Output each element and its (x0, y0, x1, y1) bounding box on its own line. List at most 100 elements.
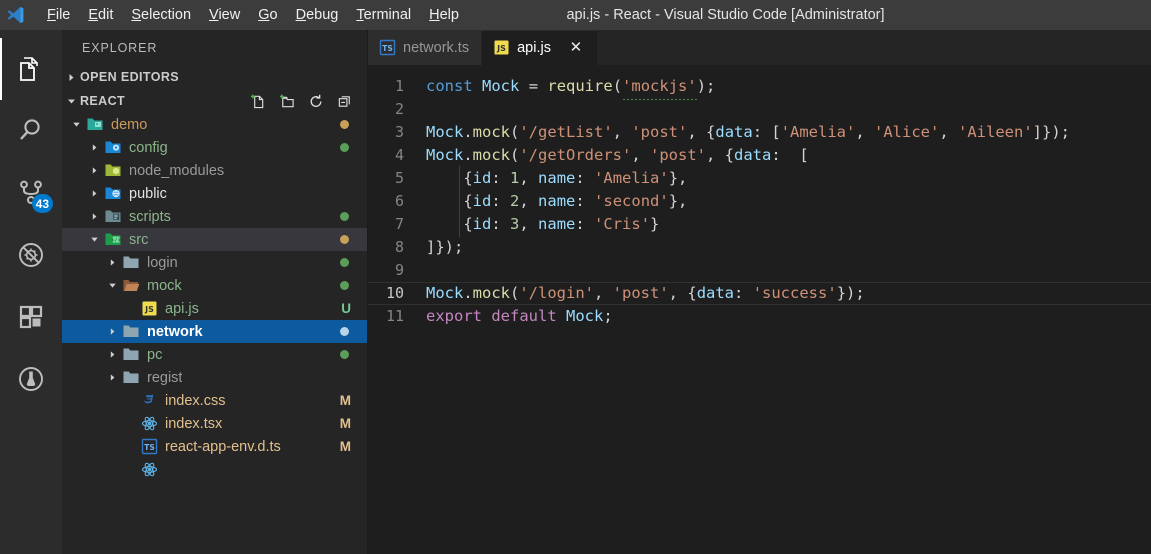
test-beaker-icon (16, 364, 46, 394)
code-editor[interactable]: 1 const Mock = require('mockjs'); 2 3 Mock.m… (368, 65, 1151, 554)
code-line[interactable]: 9 (368, 259, 1151, 282)
code-line[interactable]: 3 Mock.mock('/getList', 'post', {data: ['… (368, 121, 1151, 144)
folder-plain-icon (121, 345, 141, 364)
menu-go[interactable]: Go (249, 3, 286, 27)
new-folder-icon[interactable] (279, 93, 295, 109)
editor-tab-network-ts[interactable]: TS network.ts (368, 30, 483, 65)
tree-file[interactable]: TS react-app-env.d.ts M (62, 435, 367, 458)
tree-folder[interactable]: login (62, 251, 367, 274)
activity-debug-disabled-icon[interactable] (0, 224, 62, 286)
chevron-right-icon (104, 326, 121, 337)
tree-folder[interactable]: regist (62, 366, 367, 389)
tree-folder[interactable]: pc (62, 343, 367, 366)
menu-edit[interactable]: Edit (79, 3, 122, 27)
tree-folder[interactable]: mock (62, 274, 367, 297)
file-tree: demo config node_modules public scripts </> sr… (62, 113, 367, 554)
code-token: { (426, 169, 473, 187)
code-line-text: {id: 1, name: 'Amelia'}, (426, 166, 687, 191)
folder-status-dot (340, 281, 349, 290)
tree-item-label: regist (147, 369, 183, 386)
activity-explorer-icon[interactable] (0, 38, 62, 100)
code-line[interactable]: 1 const Mock = require('mockjs'); (368, 75, 1151, 100)
code-line[interactable]: 6 {id: 2, name: 'second'}, (368, 189, 1151, 214)
folder-status-dot (340, 350, 349, 359)
chevron-down-icon (104, 280, 121, 291)
code-token: export (426, 307, 482, 325)
tree-folder[interactable]: config (62, 136, 367, 159)
code-token: { (706, 123, 716, 141)
code-line[interactable]: 8]}); (368, 236, 1151, 259)
tree-file[interactable]: index.css M (62, 389, 367, 412)
folder-config-icon (103, 138, 123, 157)
folder-plain-icon (121, 253, 141, 272)
tree-folder[interactable]: public (62, 182, 367, 205)
menu-debug[interactable]: Debug (287, 3, 348, 27)
menu-selection[interactable]: Selection (122, 3, 200, 27)
code-line-text: ]}); (426, 236, 463, 259)
folder-plain-icon (121, 368, 141, 387)
code-line[interactable]: 11 export default Mock; (368, 305, 1151, 328)
folder-demo-icon (85, 115, 105, 134)
editor-tab-api-js[interactable]: JS api.js ✕ (482, 30, 598, 65)
line-number: 7 (394, 215, 404, 233)
activity-search-icon[interactable] (0, 100, 62, 162)
code-line[interactable]: 7 {id: 3, name: 'Cris'} (368, 212, 1151, 237)
code-token: }); (836, 284, 865, 302)
collapse-all-icon[interactable] (337, 93, 353, 109)
svg-text:</>: </> (111, 237, 120, 243)
tree-file[interactable] (62, 458, 367, 481)
folder-public-icon (103, 184, 123, 203)
code-line-text: {id: 3, name: 'Cris'} (426, 212, 659, 237)
tree-folder[interactable]: node_modules (62, 159, 367, 182)
code-token: ; (603, 307, 613, 325)
code-token: : (575, 215, 595, 233)
tree-file[interactable]: JS api.js U (62, 297, 367, 320)
tree-item-label: scripts (129, 208, 171, 225)
code-line[interactable]: 2 (368, 98, 1151, 121)
code-line[interactable]: 5 {id: 1, name: 'Amelia'}, (368, 166, 1151, 191)
code-line[interactable]: 4 Mock.mock('/getOrders', 'post', {data: … (368, 144, 1151, 167)
code-token: , (631, 146, 650, 164)
menu-file[interactable]: File (38, 3, 79, 27)
code-token: , (594, 284, 613, 302)
indent-guide (459, 212, 460, 237)
menu-help[interactable]: Help (420, 3, 468, 27)
section-react[interactable]: REACT (62, 89, 367, 113)
code-token: 'post' (650, 146, 706, 164)
ts-file-icon: TS (379, 39, 396, 56)
tree-folder[interactable]: </> src (62, 228, 367, 251)
chevron-right-icon (86, 188, 103, 199)
close-icon[interactable]: ✕ (567, 39, 585, 57)
menu-view[interactable]: View (200, 3, 249, 27)
code-token: data (715, 123, 753, 141)
sidebar-title: EXPLORER (82, 40, 158, 55)
code-token: Mock (426, 284, 464, 302)
title-bar: File Edit Selection View Go Debug Terminal Help… (0, 0, 1151, 30)
tree-folder[interactable]: scripts (62, 205, 367, 228)
section-open-editors-label: OPEN EDITORS (80, 70, 180, 84)
code-token: . (463, 284, 473, 302)
code-token: 1 (510, 169, 520, 187)
folder-status-dot (340, 258, 349, 267)
activity-source-control-icon[interactable]: 43 (0, 162, 62, 224)
tree-file[interactable]: index.tsx M (62, 412, 367, 435)
code-token: { (426, 192, 473, 210)
menu-terminal[interactable]: Terminal (347, 3, 420, 27)
chevron-right-icon (86, 165, 103, 176)
activity-extensions-icon[interactable] (0, 286, 62, 348)
editor-tabs: TS network.ts JS api.js ✕ (368, 30, 1151, 65)
code-token: data (734, 146, 772, 164)
code-line[interactable]: 10 Mock.mock('/login', 'post', {data: 'su… (368, 282, 1151, 305)
activity-test-beaker-icon[interactable] (0, 348, 62, 410)
code-token: 'post' (612, 284, 669, 302)
line-number: 2 (394, 100, 404, 118)
code-token: name (538, 215, 576, 233)
code-token: 'Aileen' (958, 123, 1033, 141)
new-file-icon[interactable] (250, 93, 266, 109)
section-open-editors[interactable]: OPEN EDITORS (62, 65, 367, 89)
tree-folder[interactable]: demo (62, 113, 367, 136)
refresh-icon[interactable] (308, 93, 324, 109)
code-token: , (519, 215, 539, 233)
tree-folder[interactable]: network (62, 320, 367, 343)
code-token: 'mockjs' (622, 75, 697, 100)
